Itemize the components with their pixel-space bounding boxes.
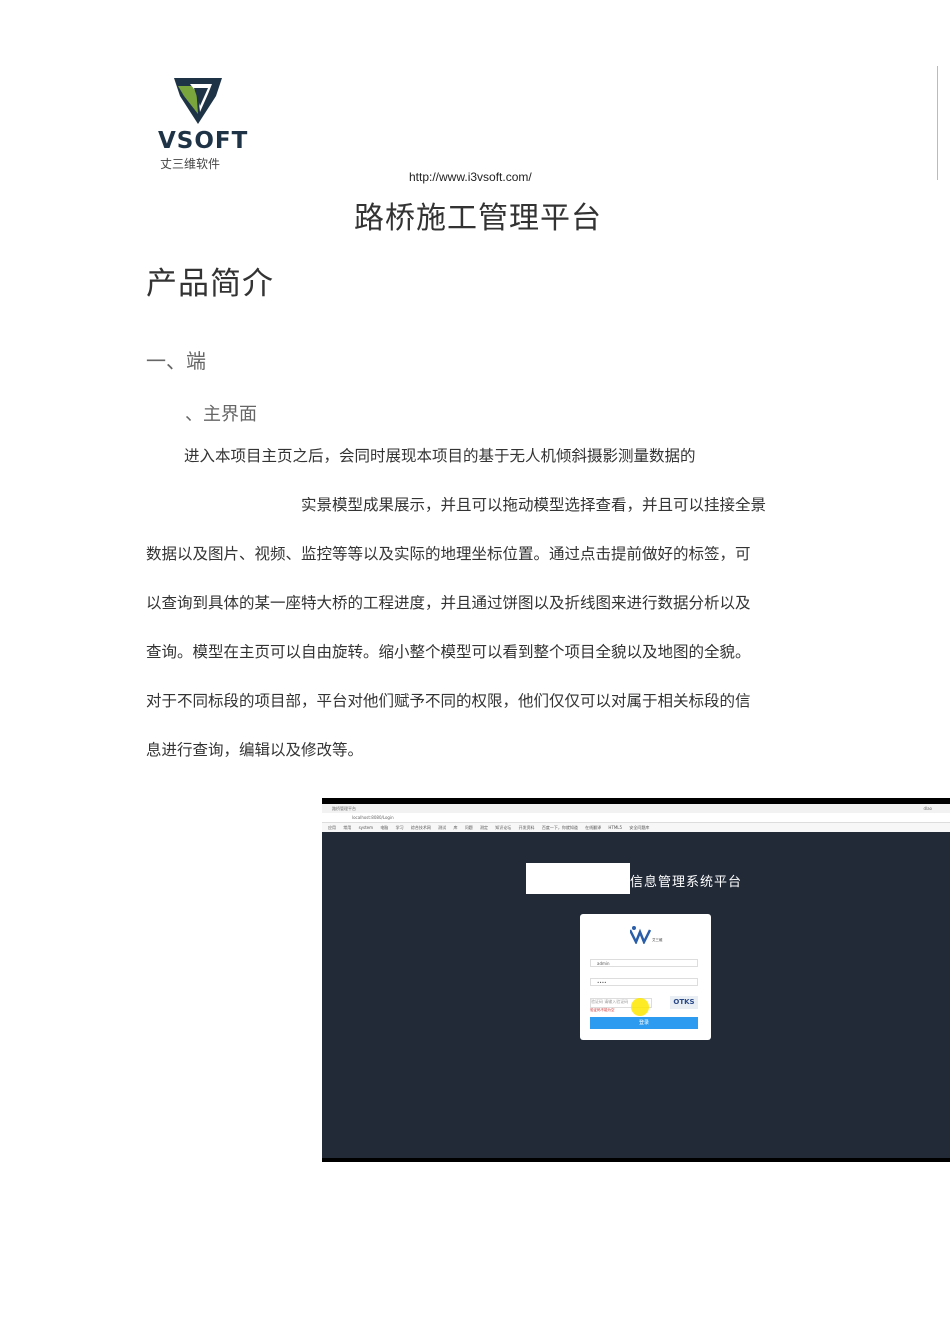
password-input[interactable]: •••• [590,978,698,986]
paragraph-line: 息进行查询，编辑以及修改等。 [146,741,364,759]
login-button[interactable]: 登录 [590,1017,698,1029]
browser-tabs: 路桥管理平台 dlao [322,804,950,813]
captcha-error: 验证码不能为空 [590,1008,615,1012]
bookmark: 在线翻译 [585,825,602,830]
subheading-2: 、主界面 [185,404,257,425]
browser-user: dlao [923,806,932,811]
screen-bottom-bar [322,1158,950,1162]
paragraph-line: 进入本项目主页之后，会同时展现本项目的基于无人机倾斜摄影测量数据的 [184,447,696,465]
bookmark: 知识论坛 [495,825,512,830]
captcha-label: 验证码 [591,999,603,1004]
section-heading: 产品简介 [146,266,274,302]
paragraph-line: 以查询到具体的某一座特大桥的工程进度，并且通过饼图以及折线图来进行数据分析以及 [146,594,751,612]
system-title: 信息管理系统平台 [630,875,743,890]
vsoft-shield-logo-icon [174,78,222,124]
bookmark: 电脑 [380,825,389,830]
bookmark: HTML5 安全问题库 [608,825,650,830]
logo-brand-cn: 丈三维软件 [160,157,221,171]
subheading-1: 一、端 [146,349,206,373]
document-title: 路桥施工管理平台 [354,201,602,236]
website-url[interactable]: http://www.i3vsoft.com/ [409,170,532,184]
login-screenshot: 路桥管理平台 dlao localhost:8080/Login 应用 常用 s… [322,798,950,1162]
bookmark-list: 应用 常用 system 电脑 学习 综合技术网 测试 库 问题 测定 知识论坛… [328,825,649,831]
cursor-highlight [631,998,649,1016]
paragraph-line: 数据以及图片、视频、监控等等以及实际的地理坐标位置。通过点击提前做好的标签，可 [146,545,751,563]
captcha-placeholder: 请输入验证码 [604,999,629,1004]
redacted-box [526,863,630,894]
bookmark: system [358,825,374,830]
username-input[interactable]: admin [590,959,698,967]
paragraph-line: 实景模型成果展示，并且可以拖动模型选择查看，并且可以挂接全景 [301,496,767,514]
login-card: 艾三维 admin •••• 验证码 请输入验证码 OTKS 验证码不能为空 登… [580,914,711,1040]
address-url: localhost:8080/Login [352,815,394,820]
bookmark: 库 [453,825,458,830]
bookmark: 测试 [438,825,447,830]
document-page: VSOFT 丈三维软件 http://www.i3vsoft.com/ 路桥施工… [0,0,950,1318]
captcha-image[interactable]: OTKS [670,996,698,1009]
logo-brand: VSOFT [158,128,249,154]
address-bar: localhost:8080/Login [322,813,950,823]
bookmark: 问题 [464,825,473,830]
paragraph-line: 对于不同标段的项目部，平台对他们赋予不同的权限，他们仅仅可以对属于相关标段的信 [146,692,751,710]
bookmark: 测定 [480,825,488,830]
bookmark: 常用 [343,825,352,830]
browser-tab: 路桥管理平台 [332,806,356,811]
bookmarks-bar: 应用 常用 system 电脑 学习 综合技术网 测试 库 问题 测定 知识论坛… [322,823,950,832]
scrollbar[interactable] [937,66,938,180]
bookmark: 应用 [328,825,336,830]
paragraph-line: 查询。模型在主页可以自由旋转。缩小整个模型可以看到整个项目全貌以及地图的全貌。 [146,643,751,661]
bookmark: 百度一下，你就知道 [541,825,578,830]
bookmark: 开发资料 [518,825,535,830]
bookmark: 学习 [395,825,404,830]
login-logo-text: 艾三维 [652,938,663,942]
bookmark: 综合技术网 [410,825,431,830]
